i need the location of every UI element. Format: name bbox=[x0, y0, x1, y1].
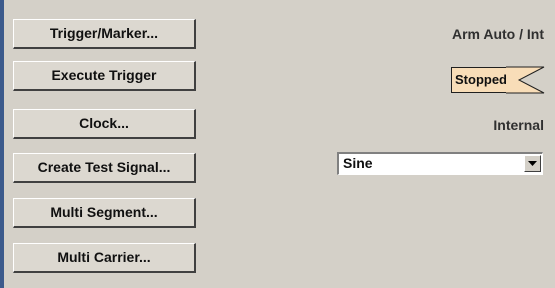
test-signal-select[interactable]: Sine bbox=[337, 152, 543, 175]
test-signal-select-value: Sine bbox=[343, 155, 373, 171]
chevron-left-icon bbox=[506, 66, 545, 94]
trigger-status-text: Stopped bbox=[455, 72, 507, 87]
accent-bar bbox=[0, 0, 4, 288]
dropdown-button[interactable] bbox=[524, 155, 541, 172]
chevron-down-icon bbox=[528, 161, 537, 166]
clock-button[interactable]: Clock... bbox=[13, 109, 196, 139]
clock-source-value: Internal bbox=[493, 117, 544, 133]
multi-segment-button[interactable]: Multi Segment... bbox=[13, 198, 196, 228]
trigger-mode-value: Arm Auto / Int bbox=[451, 26, 544, 42]
execute-trigger-button[interactable]: Execute Trigger bbox=[13, 61, 196, 91]
multi-carrier-button[interactable]: Multi Carrier... bbox=[13, 243, 196, 273]
arb-settings-panel: Trigger/Marker... Execute Trigger Clock.… bbox=[0, 0, 555, 288]
create-test-signal-button[interactable]: Create Test Signal... bbox=[13, 153, 196, 183]
trigger-marker-button[interactable]: Trigger/Marker... bbox=[13, 19, 196, 49]
